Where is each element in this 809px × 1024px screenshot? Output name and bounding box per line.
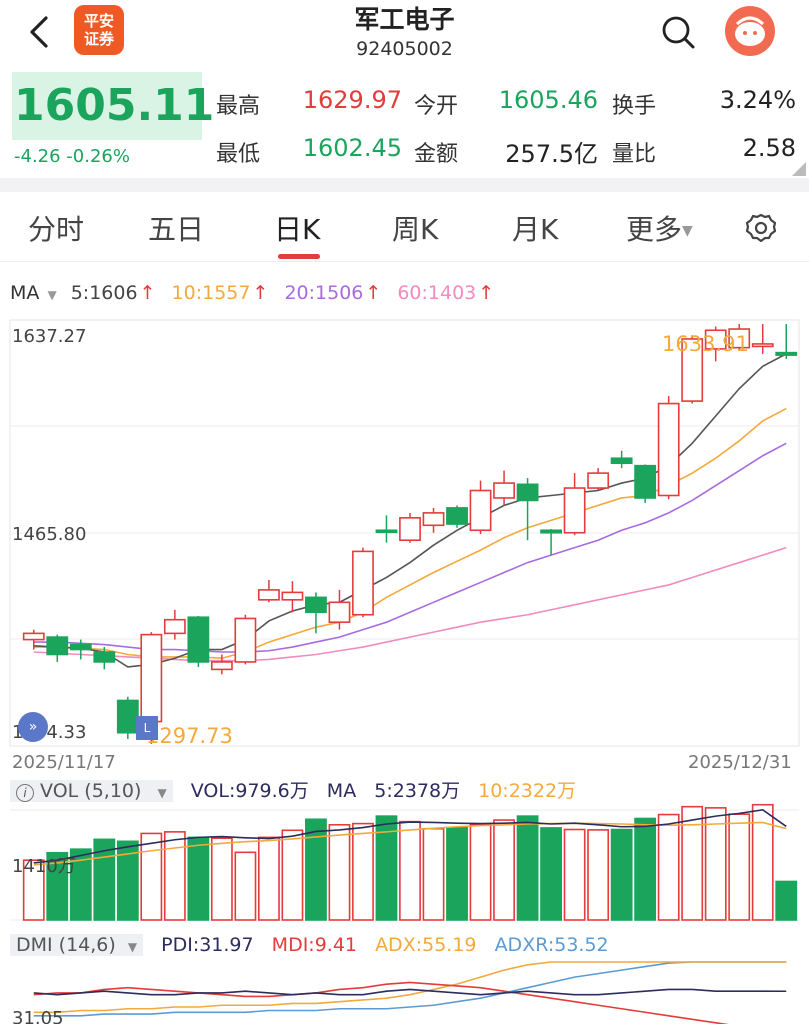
date-start-label: 2025/11/17 [12, 752, 116, 773]
volume-bar [422, 827, 445, 921]
kline-chart-area[interactable] [0, 0, 809, 1024]
volume-bar [163, 831, 186, 921]
volume-bar [399, 820, 421, 921]
volume-bar [305, 818, 327, 921]
candle-body [587, 472, 610, 489]
volume-legend: i VOL (5,10) ▼ VOL:979.6万 MA 5:2378万 10:… [10, 776, 800, 802]
volume-bar [516, 815, 539, 921]
candle-body [422, 512, 445, 527]
dmi-mdi-value: MDI:9.41 [271, 934, 358, 956]
volume-bar [634, 817, 657, 921]
candle-body [140, 633, 163, 723]
dmi-adx-value: ADX:55.19 [375, 934, 477, 956]
candle-body [493, 482, 515, 499]
min-price-label: 1297.73 [146, 724, 233, 748]
candle-body [328, 601, 351, 623]
candle-body [540, 529, 563, 534]
volume-bar [187, 836, 210, 921]
volume-value: VOL:979.6万 [190, 780, 309, 802]
candle-body [375, 529, 398, 534]
candle-body [305, 596, 327, 614]
candle-body [563, 487, 586, 534]
dmi-indicator-selector[interactable]: DMI (14,6) ▼ [10, 934, 144, 956]
volume-ma10-value: 10:2322万 [478, 780, 577, 802]
volume-bar [352, 822, 374, 921]
volume-bar [234, 851, 257, 921]
candle-body [281, 591, 304, 601]
chevron-down-icon: ▼ [127, 940, 138, 954]
volume-bar [563, 828, 586, 921]
candle-body [257, 589, 280, 601]
dmi-legend: DMI (14,6) ▼ PDI:31.97 MDI:9.41 ADX:55.1… [10, 934, 609, 956]
candle-body [657, 402, 680, 497]
volume-bar [657, 813, 680, 921]
candle-body [399, 517, 421, 542]
expand-arrows-icon[interactable]: » [18, 712, 48, 742]
y-axis-top-label: 1637.27 [12, 326, 87, 347]
volume-bar [446, 826, 468, 921]
left-marker-icon: L [136, 716, 158, 740]
volume-bar [775, 880, 798, 921]
candle-body [46, 636, 69, 656]
volume-bar [493, 819, 515, 921]
candle-body [610, 457, 633, 464]
candle-body [22, 632, 45, 641]
volume-bar [469, 823, 492, 921]
volume-bar [587, 829, 610, 921]
volume-ma5-value: 5:2378万 [374, 780, 461, 802]
candle-body [234, 617, 257, 663]
max-price-label: 1633.91 [662, 332, 749, 356]
candle-body [516, 483, 539, 502]
candle-body [116, 699, 139, 734]
date-end-label: 2025/12/31 [688, 752, 792, 773]
candle-body [775, 351, 798, 356]
volume-axis-label: 1410万 [12, 856, 76, 877]
volume-bar [610, 828, 633, 921]
candle-body [634, 464, 657, 499]
volume-selector-label: VOL (5,10) [40, 780, 142, 802]
candle-body [352, 550, 374, 616]
dmi_adx-line [33, 961, 787, 1014]
candle-body [69, 643, 92, 651]
y-axis-mid-label: 1465.80 [12, 524, 87, 545]
volume-bar [210, 837, 233, 921]
dmi-pdi-value: PDI:31.97 [161, 934, 254, 956]
candle-body [163, 618, 186, 635]
candle-body [187, 616, 210, 663]
candle-body [469, 489, 492, 532]
volume-bar [540, 827, 563, 921]
volume-indicator-selector[interactable]: i VOL (5,10) ▼ [10, 780, 173, 802]
volume-bar [328, 823, 351, 921]
volume-ma-label: MA [326, 780, 357, 802]
candle-body [93, 651, 116, 663]
volume-bar [681, 805, 704, 921]
volume-bar [281, 829, 304, 921]
volume-bar [140, 832, 163, 921]
dmi-selector-label: DMI (14,6) [16, 934, 116, 956]
candle-body [210, 661, 233, 671]
volume-bar [728, 813, 751, 921]
candle-body [751, 343, 774, 348]
volume-bar [257, 836, 280, 921]
chevron-down-icon: ▼ [157, 786, 167, 800]
dmi-axis-label: 31.05 [12, 1008, 64, 1024]
candle-body [446, 507, 468, 525]
info-icon: i [16, 784, 34, 802]
dmi-adxr-value: ADXR:53.52 [494, 934, 609, 956]
